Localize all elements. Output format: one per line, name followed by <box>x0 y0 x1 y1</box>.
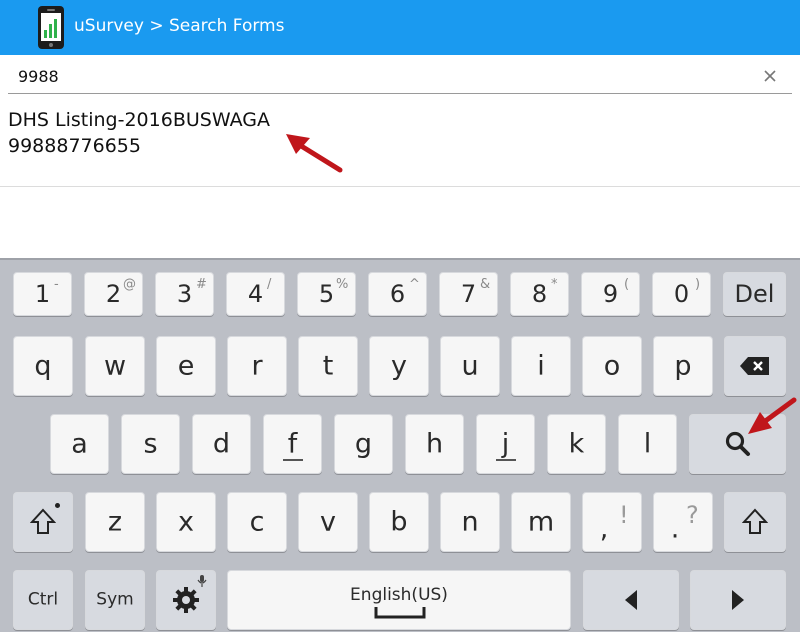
close-icon[interactable] <box>760 66 780 86</box>
key-k[interactable]: k <box>547 414 606 474</box>
key-e[interactable]: e <box>156 336 216 396</box>
key-w[interactable]: w <box>85 336 145 396</box>
key-i[interactable]: i <box>511 336 571 396</box>
key-o[interactable]: o <box>582 336 642 396</box>
key-9[interactable]: 9 ( <box>581 272 640 316</box>
key-l[interactable]: l <box>618 414 677 474</box>
backspace-icon <box>740 357 769 375</box>
key-s[interactable]: s <box>121 414 180 474</box>
key-2[interactable]: 2 @ <box>84 272 143 316</box>
microphone-icon <box>197 575 207 587</box>
key-u[interactable]: u <box>440 336 500 396</box>
key-4[interactable]: 4 / <box>226 272 285 316</box>
key-3[interactable]: 3 # <box>155 272 214 316</box>
key-period[interactable]: . ? <box>653 492 713 552</box>
key-7[interactable]: 7 & <box>439 272 498 316</box>
key-d[interactable]: d <box>192 414 251 474</box>
key-x[interactable]: x <box>156 492 216 552</box>
key-c[interactable]: c <box>227 492 287 552</box>
phone-chart-icon <box>38 6 64 49</box>
app-title: uSurvey > Search Forms <box>74 16 285 36</box>
key-q[interactable]: q <box>13 336 73 396</box>
shift-key-left[interactable] <box>13 492 73 552</box>
key-r[interactable]: r <box>227 336 287 396</box>
key-n[interactable]: n <box>440 492 500 552</box>
arrow-right-icon <box>732 590 744 610</box>
space-icon <box>374 607 426 619</box>
ctrl-key[interactable]: Ctrl <box>13 570 73 630</box>
cursor-left-key[interactable] <box>583 570 679 630</box>
search-input[interactable] <box>8 60 748 93</box>
form-id: 99888776655 <box>8 135 141 157</box>
key-g[interactable]: g <box>334 414 393 474</box>
form-title: DHS Listing-2016BUSWAGA <box>8 109 270 131</box>
key-b[interactable]: b <box>369 492 429 552</box>
key-6[interactable]: 6 ^ <box>368 272 427 316</box>
search-icon <box>725 431 750 456</box>
shift-icon <box>30 508 56 534</box>
settings-key[interactable] <box>156 570 216 630</box>
sym-key[interactable]: Sym <box>85 570 145 630</box>
key-m[interactable]: m <box>511 492 571 552</box>
shift-icon <box>742 508 768 534</box>
key-0[interactable]: 0 ) <box>652 272 711 316</box>
key-t[interactable]: t <box>298 336 358 396</box>
on-screen-keyboard: 1 - 2 @ 3 # 4 / 5 % 6 ^ 7 & 8 * 9 (0) … <box>0 258 800 632</box>
key-p[interactable]: p <box>653 336 713 396</box>
app-bar: uSurvey > Search Forms <box>0 0 800 55</box>
cursor-right-key[interactable] <box>690 570 786 630</box>
settings-icon <box>173 587 199 613</box>
search-field <box>8 60 792 94</box>
key-h[interactable]: h <box>405 414 464 474</box>
key-8[interactable]: 8 * <box>510 272 569 316</box>
key-5[interactable]: 5 % <box>297 272 356 316</box>
key-comma[interactable]: , ! <box>582 492 642 552</box>
space-key[interactable]: English(US) <box>227 570 571 630</box>
backspace-key[interactable] <box>724 336 786 396</box>
key-y[interactable]: y <box>369 336 429 396</box>
list-item[interactable]: DHS Listing-2016BUSWAGA 99888776655 <box>0 101 800 187</box>
key-v[interactable]: v <box>298 492 358 552</box>
search-key[interactable] <box>689 414 786 474</box>
arrow-left-icon <box>625 590 637 610</box>
shift-key-right[interactable] <box>724 492 786 552</box>
key-a[interactable]: a <box>50 414 109 474</box>
key-z[interactable]: z <box>85 492 145 552</box>
key-1[interactable]: 1 - <box>13 272 72 316</box>
delete-key[interactable]: Del <box>723 272 786 316</box>
key-f[interactable]: f <box>263 414 322 474</box>
key-j[interactable]: j <box>476 414 535 474</box>
